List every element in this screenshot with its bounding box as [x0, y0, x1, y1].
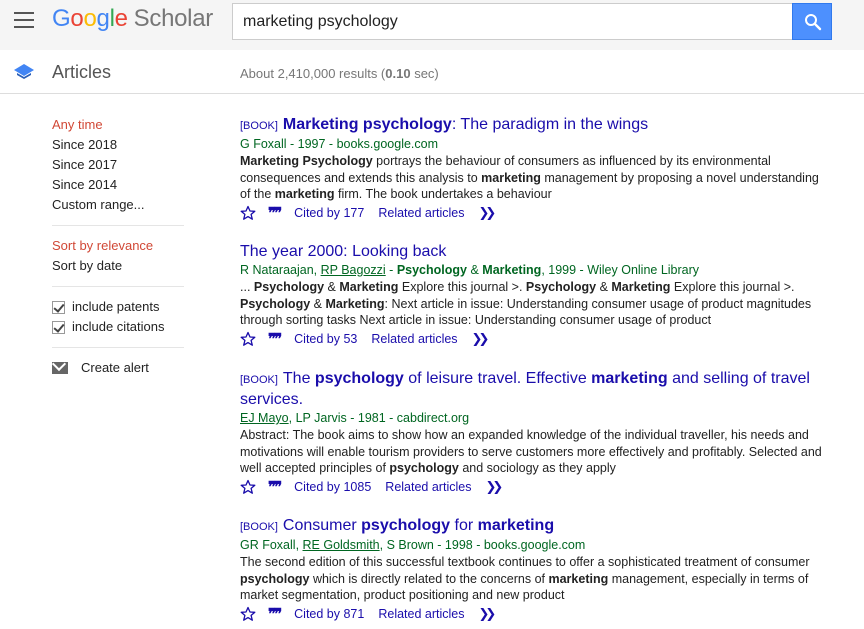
search-result: [BOOK] Marketing psychology: The paradigm…	[240, 115, 850, 222]
include-patents-label: include patents	[72, 299, 160, 314]
cite-quote-icon[interactable]: ❞❞	[268, 331, 282, 347]
save-star-icon[interactable]	[240, 606, 256, 622]
include-citations-option[interactable]: include citations	[52, 317, 184, 337]
result-authors-source: GR Foxall, RE Goldsmith, S Brown - 1998 …	[240, 538, 586, 552]
search-input[interactable]	[232, 3, 792, 40]
result-snippet: The second edition of this successful te…	[240, 555, 810, 602]
result-authors-source: EJ Mayo, LP Jarvis - 1981 - cabdirect.or…	[240, 411, 470, 425]
sort-by-relevance[interactable]: Sort by relevance	[52, 236, 184, 256]
sidebar-divider	[52, 286, 184, 287]
logo-letter: g	[96, 5, 110, 32]
results-count: About 2,410,000 results (0.10 sec)	[240, 66, 439, 81]
result-actions: ❞❞ Cited by 871 Related articles ❯❯	[240, 606, 850, 623]
include-citations-checkbox[interactable]	[52, 320, 65, 334]
include-patents-option[interactable]: include patents	[52, 297, 184, 317]
related-articles-link[interactable]: Related articles	[385, 480, 471, 494]
cited-by-link[interactable]: Cited by 1085	[294, 480, 371, 494]
cite-quote-icon[interactable]: ❞❞	[268, 205, 282, 221]
filter-sidebar: Any time Since 2018 Since 2017 Since 201…	[52, 115, 184, 378]
cite-quote-icon[interactable]: ❞❞	[268, 479, 282, 495]
include-citations-label: include citations	[72, 319, 165, 334]
more-options-icon[interactable]: ❯❯	[485, 479, 503, 495]
related-articles-link[interactable]: Related articles	[378, 206, 464, 220]
filter-any-time[interactable]: Any time	[52, 115, 184, 135]
envelope-icon	[52, 362, 68, 374]
filter-custom-range[interactable]: Custom range...	[52, 195, 184, 215]
save-star-icon[interactable]	[240, 331, 256, 347]
cited-by-link[interactable]: Cited by 53	[294, 332, 357, 346]
filter-since-2014[interactable]: Since 2014	[52, 175, 184, 195]
cite-quote-icon[interactable]: ❞❞	[268, 606, 282, 622]
results-subheader: Articles About 2,410,000 results (0.10 s…	[0, 50, 864, 94]
include-patents-checkbox[interactable]	[52, 300, 65, 314]
result-title-link[interactable]: [BOOK] The psychology of leisure travel. …	[240, 369, 850, 410]
result-title-link[interactable]: [BOOK] Marketing psychology: The paradigm…	[240, 115, 850, 136]
logo-letter: o	[70, 5, 84, 32]
result-authors-source: R Nataraajan, RP Bagozzi - Psychology & …	[240, 263, 700, 277]
save-star-icon[interactable]	[240, 479, 256, 495]
articles-icon	[14, 64, 34, 79]
search-result: The year 2000: Looking back R Nataraajan,…	[240, 242, 850, 348]
create-alert-label: Create alert	[81, 360, 149, 375]
results-time: 0.10	[385, 66, 411, 81]
result-authors-source: G Foxall - 1997 - books.google.com	[240, 137, 439, 151]
sort-by-date[interactable]: Sort by date	[52, 256, 184, 276]
result-actions: ❞❞ Cited by 1085 Related articles ❯❯	[240, 479, 850, 496]
filter-since-2018[interactable]: Since 2018	[52, 135, 184, 155]
result-title-link[interactable]: [BOOK] Consumer psychology for marketing	[240, 516, 850, 537]
google-scholar-logo[interactable]: Google Scholar	[52, 5, 213, 33]
sidebar-divider	[52, 347, 184, 348]
result-snippet: ... Psychology & Marketing Explore this …	[240, 280, 812, 327]
result-type-tag: [BOOK]	[240, 120, 278, 132]
logo-letter: o	[83, 5, 97, 32]
result-title-text: Marketing psychology: The paradigm in th…	[282, 116, 649, 133]
result-title-link[interactable]: The year 2000: Looking back	[240, 242, 850, 262]
result-actions: ❞❞ Cited by 53 Related articles ❯❯	[240, 331, 850, 348]
result-title-text: The psychology of leisure travel. Effect…	[240, 370, 810, 408]
results-count-prefix: About 2,410,000 results (	[240, 66, 386, 81]
logo-letter: G	[52, 5, 71, 32]
search-icon	[805, 14, 822, 31]
more-options-icon[interactable]: ❯❯	[479, 606, 497, 622]
cited-by-link[interactable]: Cited by 871	[294, 607, 364, 621]
hamburger-menu-icon[interactable]	[14, 12, 34, 28]
create-alert-button[interactable]: Create alert	[52, 358, 184, 378]
cited-by-link[interactable]: Cited by 177	[294, 206, 364, 220]
result-title-text: Consumer psychology for marketing	[282, 517, 555, 534]
result-snippet: Abstract: The book aims to show how an e…	[240, 428, 822, 475]
related-articles-link[interactable]: Related articles	[378, 607, 464, 621]
related-articles-link[interactable]: Related articles	[371, 332, 457, 346]
logo-scholar-text: Scholar	[133, 5, 214, 32]
more-options-icon[interactable]: ❯❯	[479, 205, 497, 221]
articles-title[interactable]: Articles	[52, 62, 111, 83]
save-star-icon[interactable]	[240, 205, 256, 221]
search-result: [BOOK] Consumer psychology for marketing G…	[240, 516, 850, 623]
results-count-suffix: sec)	[410, 66, 439, 81]
result-title-text: The year 2000: Looking back	[240, 243, 447, 260]
sidebar-divider	[52, 225, 184, 226]
result-type-tag: [BOOK]	[240, 374, 278, 386]
logo-letter: e	[114, 5, 128, 32]
more-options-icon[interactable]: ❯❯	[472, 331, 490, 347]
result-actions: ❞❞ Cited by 177 Related articles ❯❯	[240, 205, 850, 222]
filter-since-2017[interactable]: Since 2017	[52, 155, 184, 175]
top-bar: Google Scholar	[0, 0, 864, 50]
result-type-tag: [BOOK]	[240, 521, 278, 533]
result-snippet: Marketing Psychology portrays the behavi…	[240, 154, 819, 201]
search-result: [BOOK] The psychology of leisure travel. …	[240, 369, 850, 496]
search-button[interactable]	[792, 3, 832, 40]
